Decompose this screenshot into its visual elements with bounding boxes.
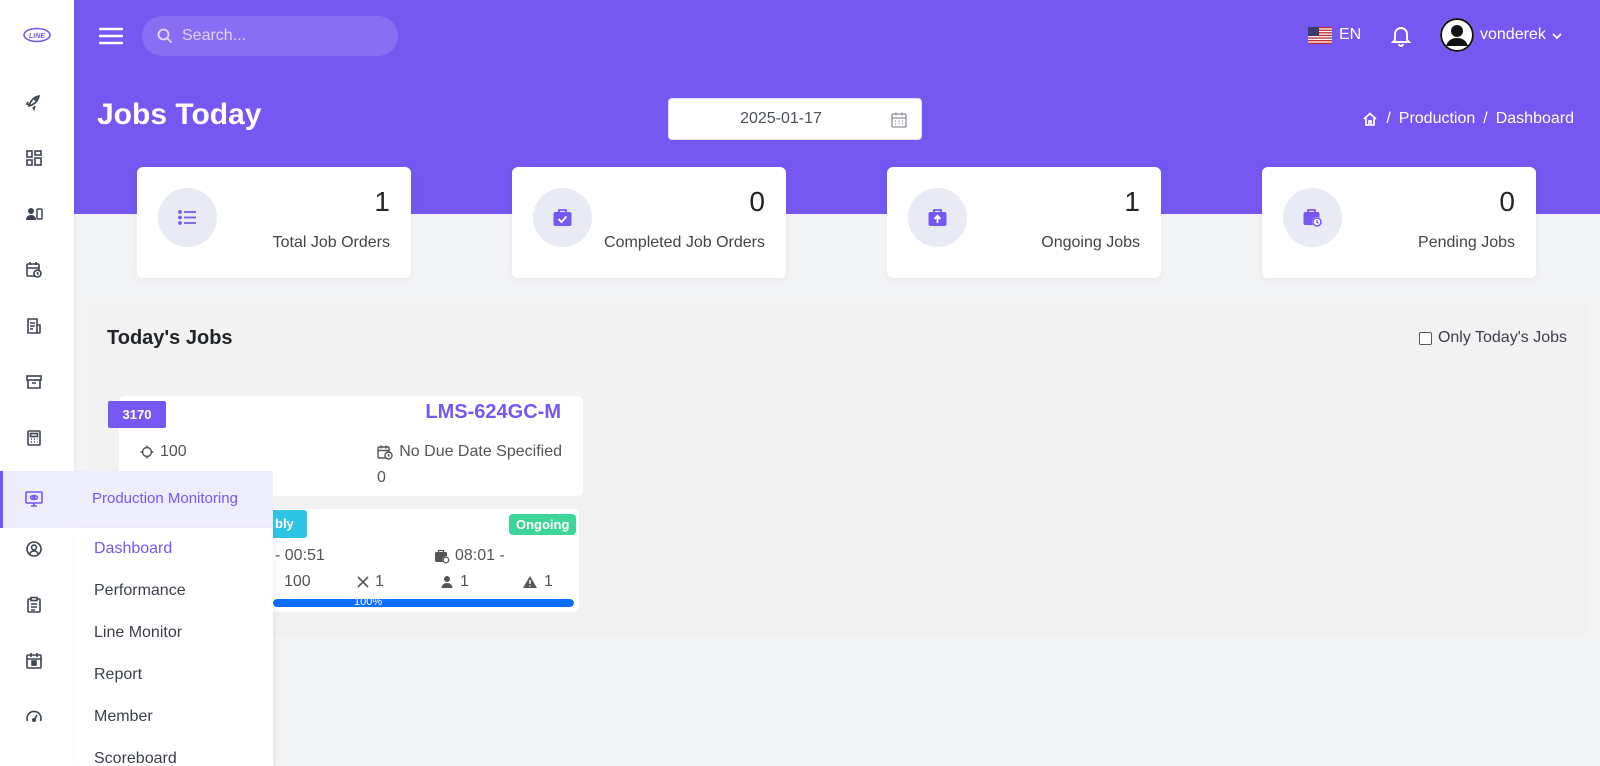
submenu-item-dashboard[interactable]: Dashboard xyxy=(94,540,172,558)
invoice-icon[interactable] xyxy=(24,316,44,336)
list-icon xyxy=(178,210,196,225)
status-badge: Ongoing xyxy=(509,514,577,535)
submenu-item-line-monitor[interactable]: Line Monitor xyxy=(94,624,182,642)
svg-text:LINE: LINE xyxy=(29,33,45,40)
stat-card-ongoing-jobs: 1 Ongoing Jobs xyxy=(887,167,1161,278)
sidebar: LINE xyxy=(0,0,74,766)
submenu-item-report[interactable]: Report xyxy=(94,666,142,684)
search-icon xyxy=(157,28,173,44)
dashboard-icon[interactable] xyxy=(24,148,44,168)
breadcrumb: / Production / Dashboard xyxy=(1362,110,1574,128)
stat-icon-circle xyxy=(158,188,217,247)
submenu-item-member[interactable]: Member xyxy=(94,708,153,726)
progress-bar xyxy=(273,599,574,607)
stage-time-start-value: 08:01 - xyxy=(455,547,505,564)
stat-label: Total Job Orders xyxy=(272,234,390,251)
stage-issues-value: 1 xyxy=(544,573,553,590)
brand-logo[interactable]: LINE xyxy=(22,26,52,44)
job-target-value: 100 xyxy=(160,443,187,460)
breadcrumb-separator: / xyxy=(1386,110,1391,127)
job-target: 100 xyxy=(140,443,187,461)
bell-icon[interactable] xyxy=(1390,24,1412,47)
date-value: 2025-01-17 xyxy=(740,110,822,127)
sidebar-item-label: Production Monitoring xyxy=(92,490,238,507)
stat-label: Pending Jobs xyxy=(1418,234,1515,251)
breadcrumb-dashboard: Dashboard xyxy=(1495,110,1574,127)
stage-output: 100 xyxy=(268,573,311,591)
rocket-icon[interactable] xyxy=(24,91,44,111)
stage-rejects-value: 1 xyxy=(375,573,384,590)
date-picker[interactable]: 2025-01-17 xyxy=(668,98,922,140)
stage-time-end: - 00:51 xyxy=(275,547,325,564)
job-id-badge: 3170 xyxy=(108,401,166,428)
stat-icon-circle xyxy=(1283,188,1342,247)
language-selector[interactable]: EN xyxy=(1339,26,1361,44)
panel-title: Today's Jobs xyxy=(107,327,233,349)
users-icon[interactable] xyxy=(24,204,44,224)
page-title: Jobs Today xyxy=(97,98,262,131)
archive-icon[interactable] xyxy=(24,372,44,392)
monitor-icon xyxy=(24,489,44,509)
calendar-clock-icon xyxy=(377,445,393,460)
us-flag-icon[interactable] xyxy=(1308,27,1332,44)
calendar-icon[interactable] xyxy=(890,111,908,129)
only-today-label: Only Today's Jobs xyxy=(1437,329,1567,346)
calculator-icon[interactable] xyxy=(24,428,44,448)
job-code[interactable]: LMS-624GC-M xyxy=(425,401,561,424)
calendar-clock-icon[interactable] xyxy=(24,260,44,280)
only-today-toggle[interactable]: Only Today's Jobs xyxy=(1418,329,1567,347)
stat-label: Ongoing Jobs xyxy=(1041,234,1140,251)
crosshair-icon xyxy=(140,445,154,459)
clipboard-icon[interactable] xyxy=(24,595,44,615)
avatar[interactable] xyxy=(1440,18,1474,52)
user-icon xyxy=(441,576,453,588)
warning-icon xyxy=(523,576,537,588)
briefcase-upload-icon xyxy=(928,209,947,226)
breadcrumb-production[interactable]: Production xyxy=(1399,110,1476,128)
submenu-item-scoreboard[interactable]: Scoreboard xyxy=(94,750,177,766)
job-due-text: No Due Date Specified xyxy=(399,443,562,460)
stage-members-value: 1 xyxy=(460,573,469,590)
submenu-item-performance[interactable]: Performance xyxy=(94,582,186,600)
stage-rejects: 1 xyxy=(357,573,384,591)
user-circle-icon[interactable] xyxy=(24,539,44,559)
stage-output-value: 100 xyxy=(284,573,311,590)
stat-label: Completed Job Orders xyxy=(604,234,765,251)
breadcrumb-separator: / xyxy=(1483,110,1488,127)
only-today-checkbox[interactable] xyxy=(1418,331,1432,345)
stat-icon-circle xyxy=(533,188,592,247)
progress-label: 100% xyxy=(354,596,383,608)
speedometer-icon[interactable] xyxy=(24,707,44,727)
progress-fill xyxy=(273,599,574,607)
sidebar-item-production-monitoring[interactable]: Production Monitoring xyxy=(0,471,273,528)
stage-issues: 1 xyxy=(522,573,553,591)
job-due-date: No Due Date Specified xyxy=(377,443,562,461)
menu-toggle-icon[interactable] xyxy=(99,26,123,46)
submenu-flyout: Dashboard Performance Line Monitor Repor… xyxy=(74,528,273,766)
stat-card-pending-jobs: 0 Pending Jobs xyxy=(1262,167,1536,278)
calendar-icon[interactable] xyxy=(24,651,44,671)
stage-time-start: 08:01 - xyxy=(434,547,505,565)
briefcase-clock-icon xyxy=(435,549,450,564)
briefcase-clock-icon xyxy=(1303,209,1322,227)
stat-value: 1 xyxy=(374,186,390,217)
search-input[interactable] xyxy=(182,16,382,56)
close-icon xyxy=(357,576,369,588)
stat-icon-circle xyxy=(908,188,967,247)
stat-card-completed-job-orders: 0 Completed Job Orders xyxy=(512,167,786,278)
stat-card-total-job-orders: 1 Total Job Orders xyxy=(137,167,411,278)
job-partial-text: 0 xyxy=(377,469,386,486)
search-box xyxy=(142,16,398,56)
stat-value: 0 xyxy=(1499,186,1515,217)
briefcase-check-icon xyxy=(553,209,572,226)
username[interactable]: vonderek xyxy=(1480,26,1546,44)
stat-value: 0 xyxy=(749,186,765,217)
home-icon[interactable] xyxy=(1362,111,1378,127)
stat-value: 1 xyxy=(1124,186,1140,217)
chevron-down-icon[interactable] xyxy=(1552,32,1562,40)
stage-members: 1 xyxy=(440,573,469,591)
